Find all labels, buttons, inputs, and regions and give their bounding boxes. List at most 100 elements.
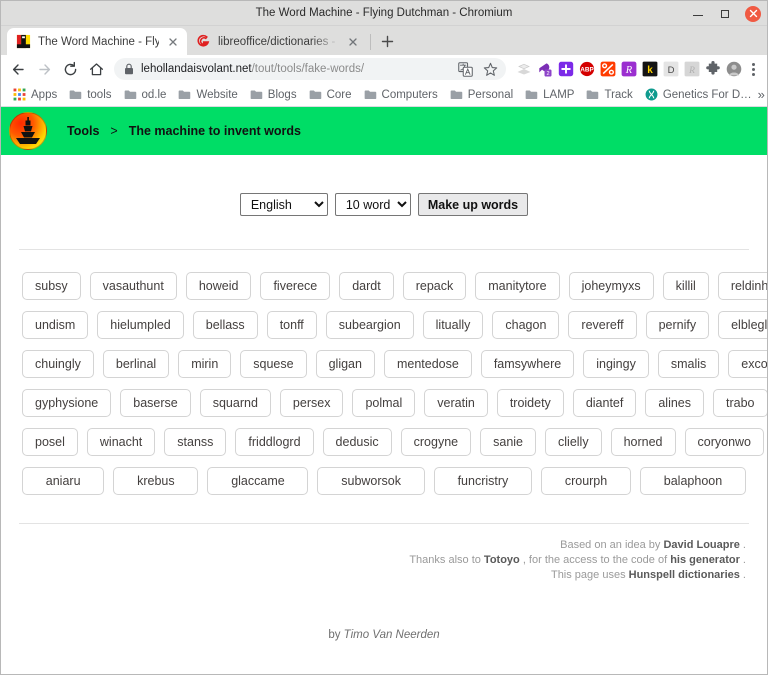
tab-close-icon[interactable]	[346, 35, 360, 49]
bookmark-item-computers[interactable]: Computers	[358, 86, 444, 103]
bookmark-item-genetics[interactable]: Genetics For D…	[639, 86, 758, 103]
bookmark-item-website[interactable]: Website	[172, 86, 243, 103]
word-button[interactable]: revereff	[568, 311, 636, 339]
dark-reader-icon[interactable]: D	[663, 61, 679, 77]
maximize-button[interactable]	[718, 7, 732, 21]
word-button[interactable]: chuingly	[22, 350, 94, 378]
word-button[interactable]: krebus	[113, 467, 198, 495]
bookmarks-overflow-button[interactable]: »	[758, 87, 768, 102]
totoyo-link[interactable]: Totoyo	[484, 554, 520, 566]
word-button[interactable]: troidety	[497, 389, 564, 417]
bookmark-item-core[interactable]: Core	[303, 86, 358, 103]
reading-list-icon[interactable]	[516, 61, 532, 77]
back-button[interactable]	[6, 57, 30, 81]
word-button[interactable]: glaccame	[207, 467, 308, 495]
word-button[interactable]: friddlogrd	[235, 428, 313, 456]
chrome-menu-button[interactable]	[744, 58, 762, 80]
flying-dutchman-logo[interactable]	[9, 112, 47, 150]
word-button[interactable]: polmal	[352, 389, 415, 417]
word-button[interactable]: dedusic	[323, 428, 392, 456]
bookmark-item-tools[interactable]: tools	[63, 86, 117, 103]
stylus-icon[interactable]: R	[621, 61, 637, 77]
word-button[interactable]: killil	[663, 272, 709, 300]
reload-button[interactable]	[58, 57, 82, 81]
word-button[interactable]: undism	[22, 311, 88, 339]
word-button[interactable]: bellass	[193, 311, 258, 339]
hunspell-dictionaries-link[interactable]: Hunspell dictionaries	[629, 569, 740, 581]
language-select[interactable]: English	[240, 193, 328, 216]
bookmark-item-personal[interactable]: Personal	[444, 86, 519, 103]
bookmark-item-track[interactable]: Track	[580, 86, 638, 103]
word-button[interactable]: gligan	[316, 350, 375, 378]
word-button[interactable]: alines	[645, 389, 704, 417]
word-button[interactable]: aniaru	[22, 467, 104, 495]
tab-word-machine[interactable]: The Word Machine - Flyin	[7, 28, 187, 55]
word-button[interactable]: stanss	[164, 428, 226, 456]
address-bar[interactable]: lehollandaisvolant.net/tout/tools/fake-w…	[114, 58, 506, 80]
word-button[interactable]: smalis	[658, 350, 719, 378]
grayed-extension-icon[interactable]: R	[684, 61, 700, 77]
word-button[interactable]: subsy	[22, 272, 81, 300]
word-button[interactable]: posel	[22, 428, 78, 456]
word-button[interactable]: winacht	[87, 428, 155, 456]
word-button[interactable]: dardt	[339, 272, 394, 300]
word-button[interactable]: pernify	[646, 311, 710, 339]
home-button[interactable]	[84, 57, 108, 81]
close-button[interactable]	[745, 6, 761, 22]
his-generator-link[interactable]: his generator	[670, 554, 740, 566]
word-button[interactable]: persex	[280, 389, 344, 417]
pocket-icon[interactable]: 2	[537, 61, 553, 77]
word-button[interactable]: excon	[728, 350, 767, 378]
word-button[interactable]: crogyne	[401, 428, 471, 456]
profile-avatar-icon[interactable]	[726, 61, 742, 77]
word-button[interactable]: hielumpled	[97, 311, 183, 339]
forward-button[interactable]	[32, 57, 56, 81]
new-tab-button[interactable]	[374, 28, 400, 54]
word-button[interactable]: squese	[240, 350, 306, 378]
word-button[interactable]: subworsok	[317, 467, 424, 495]
tab-close-icon[interactable]	[166, 35, 180, 49]
word-button[interactable]: reldinhor	[718, 272, 767, 300]
word-button[interactable]: balaphoon	[640, 467, 746, 495]
kiwix-icon[interactable]: k	[642, 61, 658, 77]
word-button[interactable]: litually	[423, 311, 484, 339]
word-button[interactable]: clielly	[545, 428, 602, 456]
word-button[interactable]: crourph	[541, 467, 631, 495]
plus-extension-icon[interactable]	[558, 61, 574, 77]
word-button[interactable]: howeid	[186, 272, 252, 300]
word-button[interactable]: ingingy	[583, 350, 649, 378]
violentmonkey-icon[interactable]	[600, 61, 616, 77]
word-button[interactable]: mentedose	[384, 350, 472, 378]
word-count-select[interactable]: 10 words	[335, 193, 411, 216]
word-button[interactable]: mirin	[178, 350, 231, 378]
word-button[interactable]: vasauthunt	[90, 272, 177, 300]
word-button[interactable]: trabo	[713, 389, 767, 417]
word-button[interactable]: baserse	[120, 389, 190, 417]
david-louapre-link[interactable]: David Louapre	[663, 539, 739, 551]
word-button[interactable]: tonff	[267, 311, 317, 339]
word-button[interactable]: gyphysione	[22, 389, 111, 417]
word-button[interactable]: sanie	[480, 428, 536, 456]
bookmark-item-blogs[interactable]: Blogs	[244, 86, 303, 103]
word-button[interactable]: diantef	[573, 389, 637, 417]
word-button[interactable]: coryonwo	[685, 428, 765, 456]
adblock-plus-icon[interactable]: ABP	[579, 61, 595, 77]
word-button[interactable]: berlinal	[103, 350, 169, 378]
word-button[interactable]: squarnd	[200, 389, 271, 417]
minimize-button[interactable]	[691, 7, 705, 21]
extensions-puzzle-icon[interactable]	[705, 61, 721, 77]
word-button[interactable]: elbleglyo	[718, 311, 767, 339]
word-button[interactable]: joheymyxs	[569, 272, 654, 300]
make-up-words-button[interactable]: Make up words	[418, 193, 528, 216]
star-icon[interactable]	[483, 62, 498, 77]
word-button[interactable]: subeargion	[326, 311, 414, 339]
word-button[interactable]: manitytore	[475, 272, 559, 300]
bookmark-item-odle[interactable]: od.le	[118, 86, 173, 103]
word-button[interactable]: fiverece	[260, 272, 330, 300]
word-button[interactable]: repack	[403, 272, 467, 300]
word-button[interactable]: funcristry	[434, 467, 532, 495]
tab-libreoffice-dictionaries[interactable]: libreoffice/dictionaries - n	[187, 28, 367, 55]
bookmark-item-lamp[interactable]: LAMP	[519, 86, 580, 103]
word-button[interactable]: veratin	[424, 389, 488, 417]
word-button[interactable]: famsywhere	[481, 350, 574, 378]
